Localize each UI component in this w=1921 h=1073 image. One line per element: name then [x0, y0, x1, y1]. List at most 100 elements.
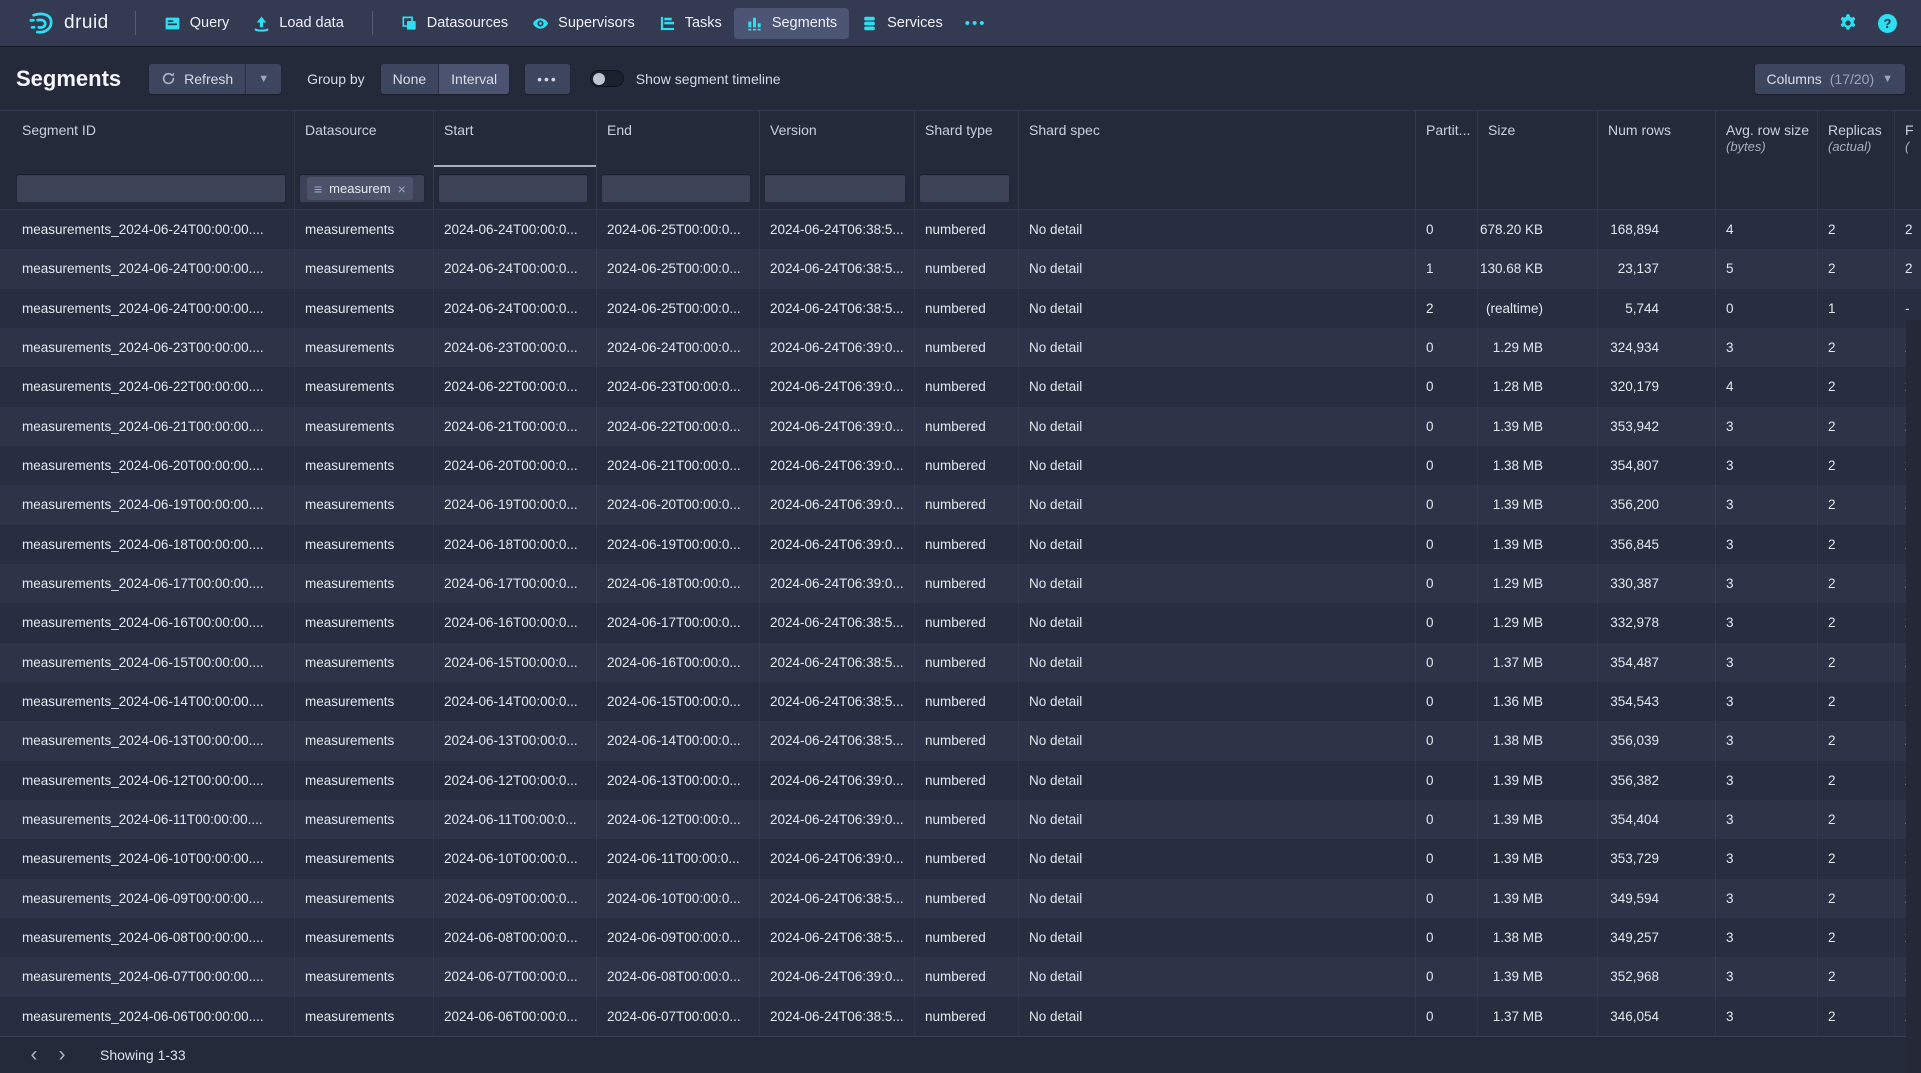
- cell-datasource[interactable]: measurements: [295, 210, 434, 249]
- cell-num-rows[interactable]: 353,942: [1598, 407, 1716, 446]
- cell-segment-id[interactable]: measurements_2024-06-14T00:00:00....: [12, 682, 295, 721]
- cell-end[interactable]: 2024-06-10T00:00:0...: [597, 879, 760, 918]
- cell-start[interactable]: 2024-06-21T00:00:0...: [434, 407, 597, 446]
- columns-button[interactable]: Columns (17/20) ▼: [1755, 64, 1906, 94]
- cell-start[interactable]: 2024-06-20T00:00:0...: [434, 446, 597, 485]
- cell-avg-row-size[interactable]: 3: [1716, 761, 1818, 800]
- table-row[interactable]: measurements_2024-06-24T00:00:00....meas…: [0, 289, 1921, 328]
- cell-replication-factor[interactable]: 2: [1895, 210, 1921, 249]
- scrollbar-track[interactable]: [1906, 320, 1921, 1073]
- cell-start[interactable]: 2024-06-24T00:00:0...: [434, 289, 597, 328]
- next-page-icon[interactable]: ›: [48, 1041, 76, 1069]
- cell-replicas[interactable]: 2: [1818, 761, 1895, 800]
- cell-shard-type[interactable]: numbered: [915, 210, 1019, 249]
- cell-replicas[interactable]: 2: [1818, 682, 1895, 721]
- cell-size[interactable]: 1.39 MB: [1478, 879, 1598, 918]
- column-header-shard-spec[interactable]: Shard spec: [1019, 111, 1416, 167]
- nav-more-button[interactable]: •••: [955, 8, 997, 39]
- cell-avg-row-size[interactable]: 3: [1716, 997, 1818, 1036]
- cell-shard-type[interactable]: numbered: [915, 721, 1019, 760]
- cell-segment-id[interactable]: measurements_2024-06-24T00:00:00....: [12, 249, 295, 288]
- cell-segment-id[interactable]: measurements_2024-06-11T00:00:00....: [12, 800, 295, 839]
- cell-partition[interactable]: 0: [1416, 682, 1478, 721]
- cell-replicas[interactable]: 2: [1818, 839, 1895, 878]
- cell-num-rows[interactable]: 330,387: [1598, 564, 1716, 603]
- cell-size[interactable]: 1.37 MB: [1478, 997, 1598, 1036]
- column-header-replicas[interactable]: Replicas(actual): [1818, 111, 1895, 167]
- cell-replicas[interactable]: 2: [1818, 407, 1895, 446]
- cell-segment-id[interactable]: measurements_2024-06-16T00:00:00....: [12, 603, 295, 642]
- table-row[interactable]: measurements_2024-06-18T00:00:00....meas…: [0, 525, 1921, 564]
- cell-end[interactable]: 2024-06-17T00:00:0...: [597, 603, 760, 642]
- cell-size[interactable]: 1.38 MB: [1478, 721, 1598, 760]
- cell-start[interactable]: 2024-06-12T00:00:0...: [434, 761, 597, 800]
- cell-end[interactable]: 2024-06-15T00:00:0...: [597, 682, 760, 721]
- cell-num-rows[interactable]: 353,729: [1598, 839, 1716, 878]
- cell-version[interactable]: 2024-06-24T06:39:0...: [760, 957, 915, 996]
- cell-partition[interactable]: 0: [1416, 328, 1478, 367]
- cell-start[interactable]: 2024-06-13T00:00:0...: [434, 721, 597, 760]
- cell-version[interactable]: 2024-06-24T06:39:0...: [760, 761, 915, 800]
- column-header-segment-id[interactable]: Segment ID: [12, 111, 295, 167]
- cell-segment-id[interactable]: measurements_2024-06-21T00:00:00....: [12, 407, 295, 446]
- cell-avg-row-size[interactable]: 3: [1716, 446, 1818, 485]
- cell-size[interactable]: (realtime): [1478, 289, 1598, 328]
- cell-version[interactable]: 2024-06-24T06:38:5...: [760, 682, 915, 721]
- cell-version[interactable]: 2024-06-24T06:39:0...: [760, 564, 915, 603]
- cell-avg-row-size[interactable]: 3: [1716, 603, 1818, 642]
- cell-start[interactable]: 2024-06-24T00:00:0...: [434, 210, 597, 249]
- cell-replicas[interactable]: 2: [1818, 210, 1895, 249]
- cell-size[interactable]: 1.28 MB: [1478, 367, 1598, 406]
- table-row[interactable]: measurements_2024-06-17T00:00:00....meas…: [0, 564, 1921, 603]
- cell-num-rows[interactable]: 324,934: [1598, 328, 1716, 367]
- cell-end[interactable]: 2024-06-19T00:00:0...: [597, 525, 760, 564]
- cell-start[interactable]: 2024-06-23T00:00:0...: [434, 328, 597, 367]
- cell-size[interactable]: 678.20 KB: [1478, 210, 1598, 249]
- cell-avg-row-size[interactable]: 3: [1716, 879, 1818, 918]
- cell-shard-spec[interactable]: No detail: [1019, 957, 1416, 996]
- cell-partition[interactable]: 0: [1416, 564, 1478, 603]
- cell-partition[interactable]: 0: [1416, 918, 1478, 957]
- cell-replicas[interactable]: 2: [1818, 564, 1895, 603]
- cell-partition[interactable]: 0: [1416, 367, 1478, 406]
- cell-end[interactable]: 2024-06-08T00:00:0...: [597, 957, 760, 996]
- cell-shard-type[interactable]: numbered: [915, 643, 1019, 682]
- cell-size[interactable]: 1.39 MB: [1478, 839, 1598, 878]
- cell-segment-id[interactable]: measurements_2024-06-17T00:00:00....: [12, 564, 295, 603]
- cell-partition[interactable]: 0: [1416, 407, 1478, 446]
- cell-num-rows[interactable]: 354,404: [1598, 800, 1716, 839]
- cell-shard-spec[interactable]: No detail: [1019, 328, 1416, 367]
- cell-shard-spec[interactable]: No detail: [1019, 682, 1416, 721]
- cell-segment-id[interactable]: measurements_2024-06-19T00:00:00....: [12, 485, 295, 524]
- table-row[interactable]: measurements_2024-06-22T00:00:00....meas…: [0, 367, 1921, 406]
- cell-partition[interactable]: 0: [1416, 210, 1478, 249]
- cell-end[interactable]: 2024-06-20T00:00:0...: [597, 485, 760, 524]
- cell-avg-row-size[interactable]: 3: [1716, 564, 1818, 603]
- cell-shard-spec[interactable]: No detail: [1019, 446, 1416, 485]
- cell-replicas[interactable]: 2: [1818, 603, 1895, 642]
- cell-shard-type[interactable]: numbered: [915, 485, 1019, 524]
- cell-shard-spec[interactable]: No detail: [1019, 210, 1416, 249]
- table-row[interactable]: measurements_2024-06-10T00:00:00....meas…: [0, 839, 1921, 878]
- table-row[interactable]: measurements_2024-06-11T00:00:00....meas…: [0, 800, 1921, 839]
- cell-version[interactable]: 2024-06-24T06:38:5...: [760, 721, 915, 760]
- cell-version[interactable]: 2024-06-24T06:39:0...: [760, 800, 915, 839]
- cell-size[interactable]: 130.68 KB: [1478, 249, 1598, 288]
- cell-shard-spec[interactable]: No detail: [1019, 643, 1416, 682]
- cell-datasource[interactable]: measurements: [295, 367, 434, 406]
- cell-partition[interactable]: 0: [1416, 485, 1478, 524]
- cell-datasource[interactable]: measurements: [295, 603, 434, 642]
- cell-segment-id[interactable]: measurements_2024-06-09T00:00:00....: [12, 879, 295, 918]
- nav-item-supervisors[interactable]: Supervisors: [520, 8, 647, 39]
- cell-size[interactable]: 1.39 MB: [1478, 407, 1598, 446]
- cell-segment-id[interactable]: measurements_2024-06-07T00:00:00....: [12, 957, 295, 996]
- cell-shard-type[interactable]: numbered: [915, 957, 1019, 996]
- cell-shard-spec[interactable]: No detail: [1019, 485, 1416, 524]
- cell-start[interactable]: 2024-06-09T00:00:0...: [434, 879, 597, 918]
- cell-start[interactable]: 2024-06-11T00:00:0...: [434, 800, 597, 839]
- cell-avg-row-size[interactable]: 3: [1716, 328, 1818, 367]
- cell-end[interactable]: 2024-06-09T00:00:0...: [597, 918, 760, 957]
- cell-segment-id[interactable]: measurements_2024-06-23T00:00:00....: [12, 328, 295, 367]
- cell-avg-row-size[interactable]: 3: [1716, 643, 1818, 682]
- cell-partition[interactable]: 2: [1416, 289, 1478, 328]
